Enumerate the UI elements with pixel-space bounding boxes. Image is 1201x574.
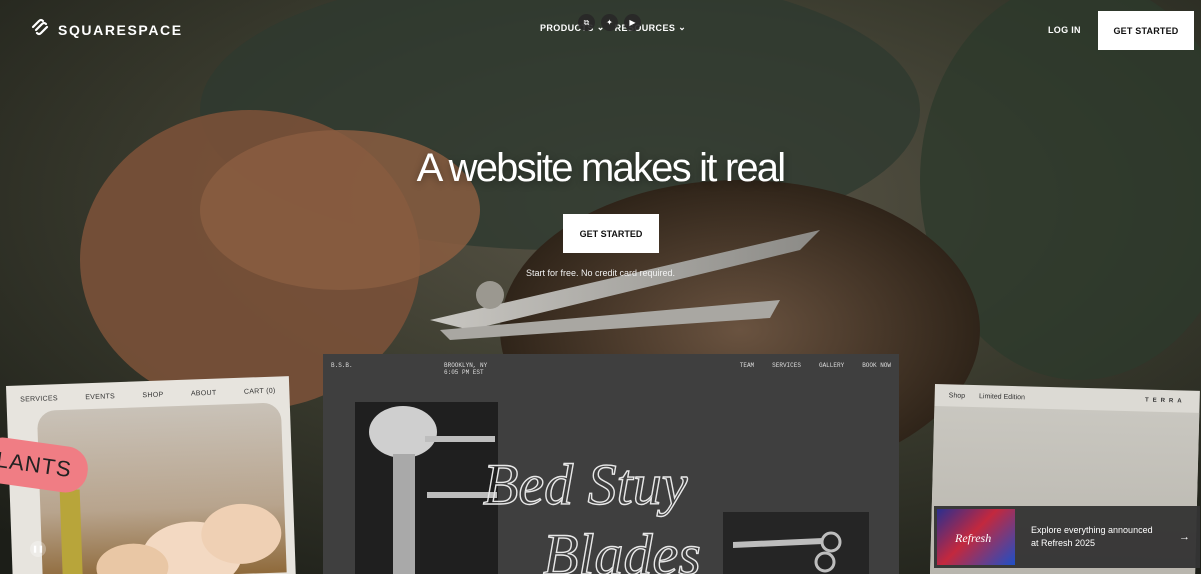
refresh-banner-line-2: at Refresh 2025 bbox=[1031, 538, 1096, 548]
preview-card-center[interactable]: B.S.B. BROOKLYN, NY 6:05 PM EST TEAM SER… bbox=[323, 354, 899, 574]
preview-center-time: 6:05 PM EST bbox=[444, 369, 484, 376]
login-link[interactable]: LOG IN bbox=[1048, 25, 1081, 35]
preview-center-city: BROOKLYN, NY bbox=[444, 362, 488, 369]
brand-logo[interactable]: SQUARESPACE bbox=[30, 18, 183, 41]
preview-center-nav-item: BOOK NOW bbox=[862, 362, 891, 369]
preview-left-nav-item: ABOUT bbox=[190, 389, 217, 398]
brand-name: SQUARESPACE bbox=[58, 21, 183, 38]
preview-left-nav: SERVICES EVENTS SHOP ABOUT CART (0) bbox=[6, 387, 289, 404]
refresh-banner-text: Explore everything announced at Refresh … bbox=[1031, 524, 1179, 550]
preview-center-nav: TEAM SERVICES GALLERY BOOK NOW bbox=[740, 362, 891, 369]
page: SQUARESPACE PRODUCTS ⌄ RESOURCES ⌄ ⧉ ✦ ▶… bbox=[0, 0, 1201, 574]
arrow-right-icon[interactable]: → bbox=[1179, 531, 1190, 543]
preview-center-nav-item: SERVICES bbox=[772, 362, 801, 369]
script-title-line-2: Blades bbox=[543, 522, 701, 574]
chevron-down-icon: ⌄ bbox=[678, 22, 687, 32]
floating-extension-toolbar: ⧉ ✦ ▶ bbox=[578, 14, 641, 31]
record-icon[interactable]: ▶ bbox=[624, 14, 641, 31]
preview-right-brand: TERRA bbox=[1144, 397, 1186, 405]
hero-title: A website makes it real bbox=[416, 146, 786, 190]
top-navigation: SQUARESPACE PRODUCTS ⌄ RESOURCES ⌄ ⧉ ✦ ▶… bbox=[0, 0, 1201, 60]
preview-left-nav-item: CART (0) bbox=[243, 387, 276, 396]
pause-icon: ❚❚ bbox=[32, 546, 44, 553]
preview-center-nav-item: GALLERY bbox=[818, 362, 845, 369]
hero-subtitle: Start for free. No credit card required. bbox=[525, 268, 676, 278]
preview-right-nav-item: Limited Edition bbox=[978, 393, 1026, 402]
pause-video-button[interactable]: ❚❚ bbox=[30, 541, 46, 557]
sparkle-icon[interactable]: ✦ bbox=[601, 14, 618, 31]
squarespace-logo-icon bbox=[30, 18, 50, 41]
preview-right-nav: Shop Limited Edition TERRA bbox=[949, 392, 1186, 405]
preview-center-nav-item: TEAM bbox=[739, 362, 755, 369]
preview-left-nav-item: SERVICES bbox=[20, 395, 58, 404]
preview-center-location: BROOKLYN, NY 6:05 PM EST bbox=[444, 362, 487, 376]
preview-center-script-title: Bed Stuy Blades bbox=[463, 434, 793, 574]
get-started-button-hero[interactable]: GET STARTED bbox=[563, 214, 659, 253]
refresh-banner-line-1: Explore everything announced bbox=[1031, 525, 1153, 535]
refresh-thumbnail: Refresh bbox=[937, 509, 1015, 565]
refresh-thumbnail-text: Refresh bbox=[955, 531, 992, 545]
preview-center-brand: B.S.B. bbox=[331, 362, 353, 369]
refresh-announcement-banner[interactable]: Refresh Explore everything announced at … bbox=[934, 506, 1200, 568]
script-title-line-1: Bed Stuy bbox=[483, 452, 688, 517]
preview-left-nav-item: SHOP bbox=[142, 391, 164, 400]
picture-in-picture-icon[interactable]: ⧉ bbox=[578, 14, 595, 31]
preview-left-nav-item: EVENTS bbox=[85, 393, 116, 402]
get-started-button-top[interactable]: GET STARTED bbox=[1098, 11, 1194, 50]
preview-right-nav-item: Shop bbox=[948, 392, 966, 400]
